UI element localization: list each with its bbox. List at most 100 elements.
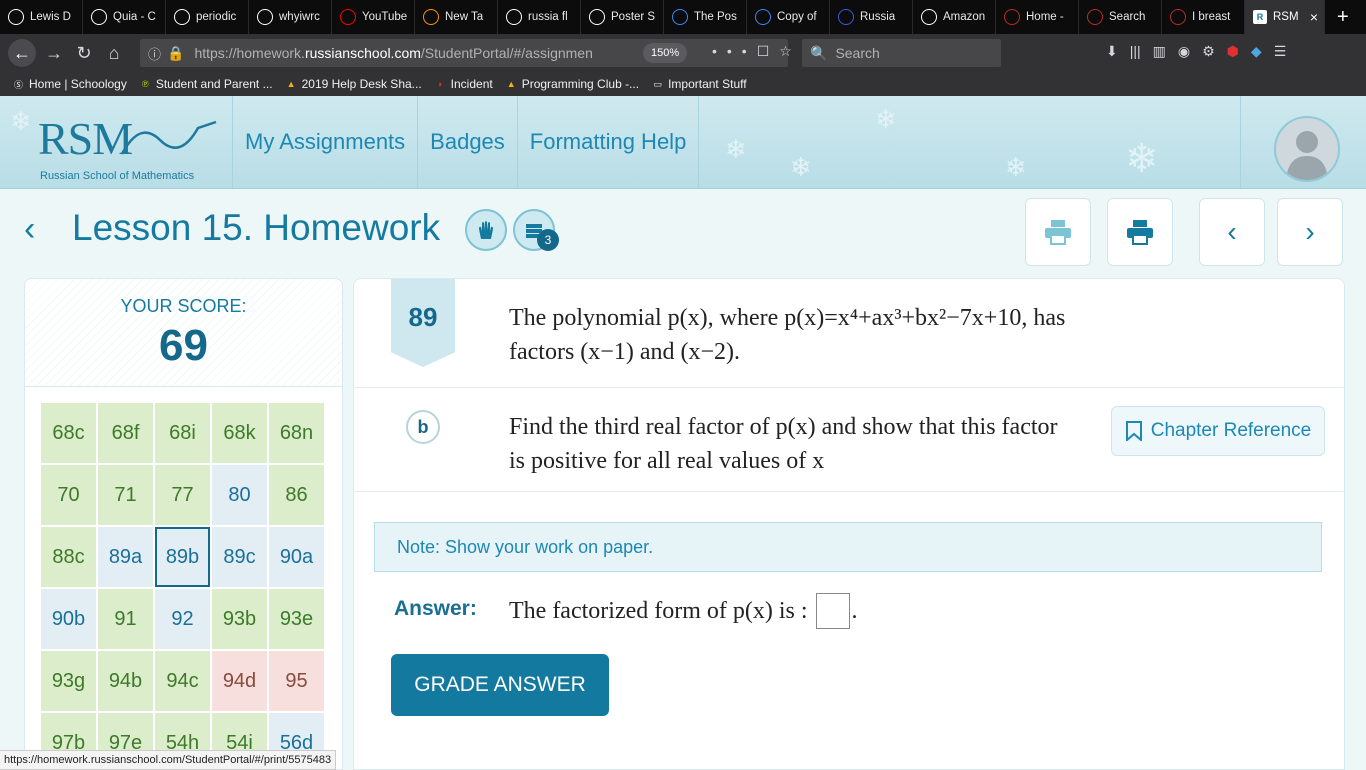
menu-icon[interactable]: ☰ (1274, 43, 1287, 60)
extension-2-icon[interactable]: ◆ (1251, 43, 1262, 60)
problem-cell[interactable]: 92 (155, 589, 210, 649)
problem-cell[interactable]: 94c (155, 651, 210, 711)
browser-tab[interactable]: New Ta (415, 0, 498, 34)
score-value: 69 (159, 321, 208, 370)
browser-tab[interactable]: Home - (996, 0, 1079, 34)
account-icon[interactable]: ◉ (1178, 43, 1190, 60)
problem-cell[interactable]: 68c (41, 403, 96, 463)
question-panel: 89 The polynomial p(x), where p(x)=x⁴+ax… (353, 278, 1345, 770)
rsm-favicon-icon: R (1253, 10, 1267, 24)
library-icon[interactable]: ||| (1130, 43, 1141, 60)
problem-cell[interactable]: 89b (155, 527, 210, 587)
extension-icon[interactable]: ⚙ (1202, 43, 1215, 60)
search-icon: 🔍 (810, 44, 828, 61)
problem-cell[interactable]: 93g (41, 651, 96, 711)
reload-button[interactable]: ↻ (72, 41, 96, 65)
chevron-left-icon: ‹ (1227, 216, 1237, 247)
problem-cell[interactable]: 70 (41, 465, 96, 525)
new-tab-button[interactable]: + (1337, 6, 1349, 29)
browser-tab[interactable]: Search (1079, 0, 1162, 34)
info-icon[interactable]: ⓘ (148, 44, 161, 63)
close-tab-icon[interactable]: × (1310, 9, 1318, 25)
browser-tab[interactable]: YouTube (332, 0, 415, 34)
quora-icon (1170, 9, 1186, 25)
problem-cell[interactable]: 68f (98, 403, 153, 463)
browser-tab[interactable]: periodic (166, 0, 249, 34)
nav-formatting-help[interactable]: Formatting Help (518, 96, 700, 188)
zoom-indicator[interactable]: 150% (643, 43, 688, 63)
next-button[interactable]: › (1277, 198, 1343, 266)
question-number: 89 (391, 279, 455, 367)
amazon-icon (921, 9, 937, 25)
browser-tab[interactable]: The Pos (664, 0, 747, 34)
browser-tab[interactable]: Russia (830, 0, 913, 34)
browser-tab[interactable]: Quia - C (83, 0, 166, 34)
problem-cell[interactable]: 90a (269, 527, 324, 587)
browser-tab[interactable]: Lewis D (0, 0, 83, 34)
main-nav: My Assignments Badges Formatting Help (232, 96, 700, 188)
browser-tab[interactable]: Copy of (747, 0, 830, 34)
home-button[interactable]: ⌂ (102, 41, 126, 65)
schoology-icon (8, 9, 24, 25)
sidebar-icon[interactable]: ▥ (1153, 43, 1166, 60)
search-input[interactable]: 🔍 Search (802, 39, 1001, 67)
problem-cell[interactable]: 90b (41, 589, 96, 649)
snowflake-icon: ❄ (790, 152, 812, 182)
note-box: Note: Show your work on paper. (374, 522, 1322, 572)
browser-tab[interactable]: I breast (1162, 0, 1245, 34)
quia-icon (91, 9, 107, 25)
previous-button[interactable]: ‹ (1199, 198, 1265, 266)
browser-tab[interactable]: whyiwrc (249, 0, 332, 34)
problem-grid: 68c 68f 68i 68k 68n 70 71 77 80 86 88c 89a 89b 89c 90a… (41, 403, 324, 769)
problem-cell[interactable]: 93b (212, 589, 267, 649)
problem-cell[interactable]: 89c (212, 527, 267, 587)
problem-cell[interactable]: 94b (98, 651, 153, 711)
problem-cell[interactable]: 95 (269, 651, 324, 711)
download-icon[interactable]: ⬇ (1106, 43, 1118, 60)
answer-input[interactable] (815, 593, 850, 629)
problem-cell[interactable]: 88c (41, 527, 96, 587)
print-blank-button[interactable] (1025, 198, 1091, 266)
bookmark-item[interactable]: ▲ Programming Club -... (505, 77, 639, 91)
hand-badge-icon[interactable] (465, 209, 507, 251)
back-button[interactable]: ← (8, 39, 36, 67)
problem-cell[interactable]: 80 (212, 465, 267, 525)
browser-tab[interactable]: Poster S (581, 0, 664, 34)
rsm-logo[interactable]: RSM Russian School of Mathematics (38, 112, 217, 182)
problem-cell[interactable]: 77 (155, 465, 210, 525)
snowflake-icon: ❄ (1005, 152, 1027, 182)
browser-tab[interactable]: russia fl (498, 0, 581, 34)
bookmark-item[interactable]: ℗ Student and Parent ... (139, 77, 273, 91)
bookmark-item[interactable]: ▭ Important Stuff (651, 77, 746, 91)
bookmark-item[interactable]: ◗ Incident (434, 77, 492, 91)
page-actions[interactable]: •••☐☆ (712, 43, 802, 60)
incident-icon: ◗ (437, 79, 443, 89)
problem-cell[interactable]: 68i (155, 403, 210, 463)
forward-button[interactable]: → (42, 41, 66, 65)
print-button[interactable] (1107, 198, 1173, 266)
browser-tab[interactable]: Amazon (913, 0, 996, 34)
bookmark-item[interactable]: ▲ 2019 Help Desk Sha... (285, 77, 422, 91)
page-title: Lesson 15. Homework (72, 207, 441, 248)
browser-tab-active[interactable]: R RSM × (1245, 0, 1325, 34)
problem-cell[interactable]: 91 (98, 589, 153, 649)
score-label: YOUR SCORE: (120, 296, 247, 316)
problem-cell[interactable]: 94d (212, 651, 267, 711)
nav-my-assignments[interactable]: My Assignments (232, 96, 419, 188)
chapter-reference-button[interactable]: Chapter Reference (1111, 406, 1325, 456)
problem-cell[interactable]: 89a (98, 527, 153, 587)
problem-cell[interactable]: 86 (269, 465, 324, 525)
problem-cell[interactable]: 71 (98, 465, 153, 525)
toolbar-right-icons: ⬇ ||| ▥ ◉ ⚙ ⬢ ◆ ☰ (1106, 43, 1286, 60)
problem-cell[interactable]: 68k (212, 403, 267, 463)
back-chevron-icon[interactable]: ‹ (24, 210, 35, 249)
bookmark-icon (1125, 421, 1142, 441)
address-bar[interactable]: ⓘ 🔒 https://homework.russianschool.com/S… (140, 39, 792, 67)
nav-badges[interactable]: Badges (418, 96, 518, 188)
grade-answer-button[interactable]: GRADE ANSWER (391, 654, 609, 716)
problem-cell[interactable]: 68n (269, 403, 324, 463)
avatar[interactable] (1274, 116, 1340, 182)
problem-cell[interactable]: 93e (269, 589, 324, 649)
bookmark-item[interactable]: Ⓢ Home | Schoology (12, 77, 127, 91)
ublock-icon[interactable]: ⬢ (1227, 43, 1239, 60)
